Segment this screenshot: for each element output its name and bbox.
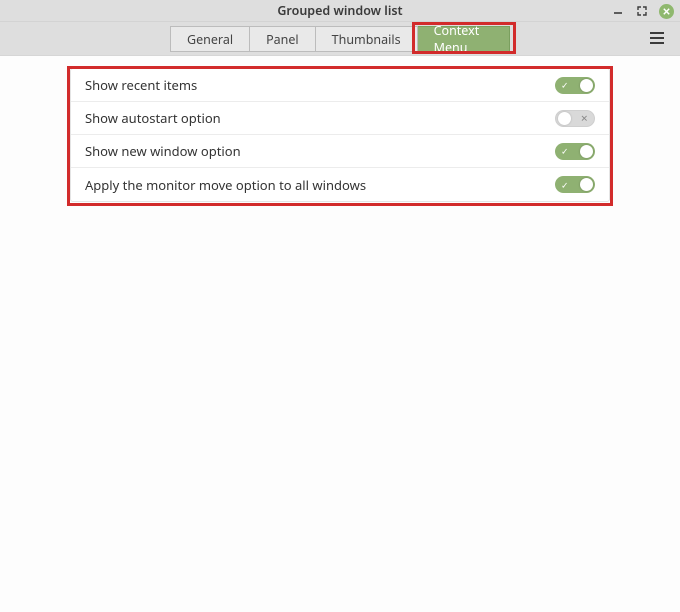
tab-thumbnails[interactable]: Thumbnails bbox=[316, 26, 418, 52]
tab-context-menu[interactable]: Context Menu bbox=[418, 26, 510, 52]
toggle-show-recent-items[interactable]: ✓ bbox=[555, 77, 595, 94]
setting-label: Apply the monitor move option to all win… bbox=[85, 176, 366, 194]
setting-monitor-move-all: Apply the monitor move option to all win… bbox=[71, 168, 609, 201]
menu-button[interactable] bbox=[650, 30, 666, 46]
content-area: Show recent items ✓ Show autostart optio… bbox=[0, 56, 680, 202]
setting-label: Show autostart option bbox=[85, 109, 221, 127]
titlebar: Grouped window list bbox=[0, 0, 680, 22]
minimize-icon bbox=[613, 6, 623, 16]
window-title: Grouped window list bbox=[277, 2, 402, 19]
close-button[interactable] bbox=[659, 4, 674, 19]
check-icon: ✓ bbox=[561, 145, 569, 158]
toggle-monitor-move-all[interactable]: ✓ bbox=[555, 176, 595, 193]
settings-panel: Show recent items ✓ Show autostart optio… bbox=[70, 68, 610, 202]
setting-show-recent-items: Show recent items ✓ bbox=[71, 69, 609, 102]
check-icon: ✓ bbox=[561, 178, 569, 191]
check-icon: ✓ bbox=[561, 79, 569, 92]
setting-label: Show recent items bbox=[85, 76, 197, 94]
tabbar-region: General Panel Thumbnails Context Menu bbox=[0, 22, 680, 56]
toggle-show-new-window[interactable]: ✓ bbox=[555, 143, 595, 160]
tabbar: General Panel Thumbnails Context Menu bbox=[170, 26, 510, 52]
tab-general[interactable]: General bbox=[170, 26, 250, 52]
maximize-icon bbox=[637, 6, 647, 16]
setting-show-new-window: Show new window option ✓ bbox=[71, 135, 609, 168]
setting-show-autostart: Show autostart option ✕ bbox=[71, 102, 609, 135]
hamburger-icon bbox=[650, 32, 664, 34]
maximize-button[interactable] bbox=[635, 4, 649, 18]
minimize-button[interactable] bbox=[611, 4, 625, 18]
x-icon: ✕ bbox=[580, 112, 588, 125]
toggle-show-autostart[interactable]: ✕ bbox=[555, 110, 595, 127]
tab-panel[interactable]: Panel bbox=[250, 26, 316, 52]
setting-label: Show new window option bbox=[85, 142, 241, 160]
close-icon bbox=[662, 7, 671, 16]
window-controls bbox=[611, 0, 674, 22]
